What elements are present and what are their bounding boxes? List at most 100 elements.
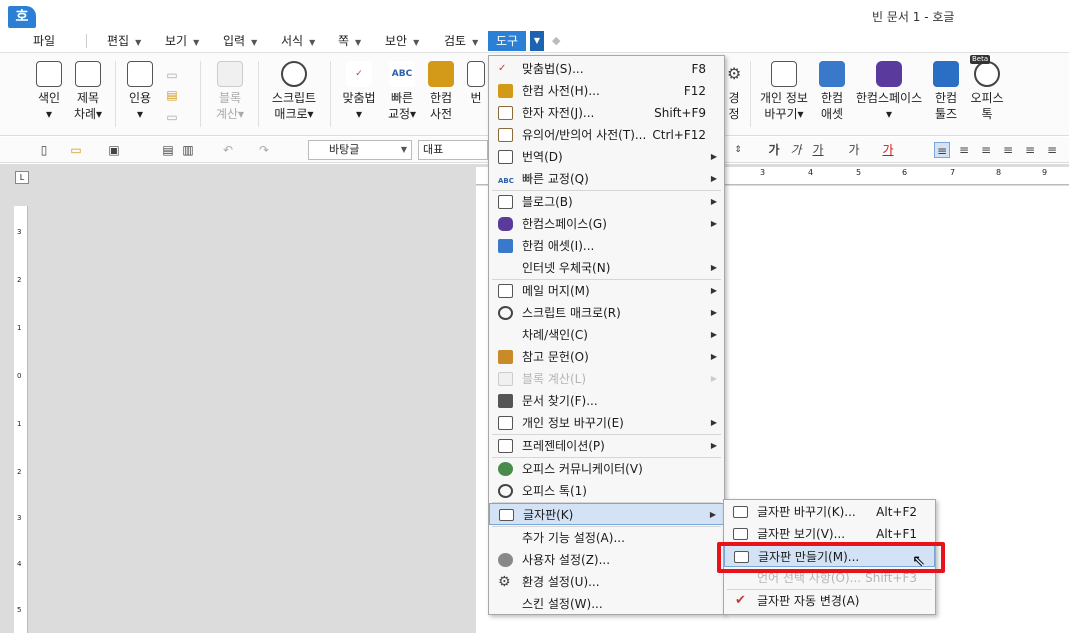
- style-select[interactable]: 바탕글 ▼: [308, 140, 412, 160]
- ribbon-label: 매크로▾: [274, 107, 314, 121]
- ribbon-script-macro-button[interactable]: 스크립트매크로▾: [270, 57, 318, 122]
- submenu-item-keyboard-switch[interactable]: 글자판 바꾸기(K)... Alt+F2: [724, 501, 935, 523]
- menu-item-script-macro[interactable]: 스크립트 매크로(R) ▶: [489, 302, 724, 324]
- ruler-tick: 9: [1042, 168, 1048, 177]
- spellcheck-icon: ✓: [498, 63, 507, 74]
- hancom-dictionary-icon: [498, 84, 513, 98]
- ruler-corner-icon[interactable]: L: [15, 171, 29, 184]
- menu-security[interactable]: 보안 ▼: [385, 31, 419, 51]
- menu-view[interactable]: 보기 ▼: [165, 31, 199, 51]
- menu-insert[interactable]: 입력 ▼: [223, 31, 257, 51]
- ribbon-privacy-button[interactable]: 개인 정보 바꾸기▾: [758, 57, 810, 122]
- menu-item-translate[interactable]: 번역(D) ▶: [489, 146, 724, 168]
- menu-item-privacy[interactable]: 개인 정보 바꾸기(E) ▶: [489, 412, 724, 434]
- menu-item-keyboard[interactable]: 글자판(K) ▶: [489, 503, 724, 525]
- font-select[interactable]: 대표: [418, 140, 488, 160]
- submenu-item-keyboard-auto-switch[interactable]: ✔ 글자판 자동 변경(A): [724, 590, 935, 612]
- ribbon-hancom-dictionary-button[interactable]: 한컴 사전: [426, 57, 456, 122]
- menu-page[interactable]: 쪽 ▼: [338, 31, 361, 51]
- ruler-tick: 3: [17, 228, 22, 236]
- menu-item-presentation[interactable]: 프레젠테이션(P) ▶: [489, 435, 724, 457]
- align-split-icon[interactable]: ≡: [1044, 142, 1060, 158]
- menu-item-spellcheck[interactable]: ✓ 맞춤법(S)... F8: [489, 58, 724, 80]
- save-icon[interactable]: ▣: [106, 142, 122, 158]
- ribbon-hancom-tools-button[interactable]: 한컴 툴즈: [930, 57, 962, 122]
- underline-button[interactable]: 가: [810, 142, 826, 158]
- menu-edit[interactable]: 편집 ▼: [107, 31, 141, 51]
- menu-item-mail-merge[interactable]: 메일 머지(M) ▶: [489, 280, 724, 302]
- ribbon-toggle-icon[interactable]: ◆: [552, 34, 568, 48]
- align-justify-icon[interactable]: ≡: [934, 142, 950, 158]
- menu-item-reference[interactable]: 참고 문헌(O) ▶: [489, 346, 724, 368]
- size-spin-icon[interactable]: ⇕: [730, 142, 746, 158]
- chevron-down-icon[interactable]: ▼: [530, 31, 544, 51]
- menu-item-blog[interactable]: 블로그(B) ▶: [489, 191, 724, 213]
- undo-icon[interactable]: ↶: [220, 142, 236, 158]
- ribbon-label: 맞춤법: [342, 91, 376, 105]
- strikethrough-button[interactable]: 가: [846, 142, 862, 158]
- menu-item-hancom-asset[interactable]: 한컴 애셋(I)...: [489, 235, 724, 257]
- chevron-down-icon: ▼: [193, 38, 200, 47]
- menu-review[interactable]: 검토 ▼: [444, 31, 478, 51]
- menu-item-office-communicator[interactable]: 오피스 커뮤니케이터(V): [489, 458, 724, 480]
- menu-tools[interactable]: 도구: [488, 31, 527, 51]
- small-link-icon[interactable]: ▭: [164, 109, 180, 125]
- ribbon-quote-button[interactable]: 인용 ▾: [124, 57, 156, 122]
- ribbon-office-talk-button[interactable]: Beta 오피스 톡: [968, 55, 1006, 122]
- align-distribute-icon[interactable]: ≡: [1022, 142, 1038, 158]
- preview-icon[interactable]: ▥: [180, 142, 196, 158]
- align-center-icon[interactable]: ≡: [978, 142, 994, 158]
- toc-icon: [75, 61, 101, 87]
- menu-item-preferences[interactable]: ⚙ 환경 설정(U)...: [489, 571, 724, 593]
- font-color-button[interactable]: 가: [880, 142, 896, 158]
- menu-item-block-calc[interactable]: 블록 계산(L) ▶: [489, 368, 724, 390]
- ribbon-index-button[interactable]: 색인 ▾: [34, 57, 64, 122]
- menu-item-label: 글자판(K): [523, 508, 574, 522]
- menu-item-shortcut: Shift+F9: [654, 106, 706, 120]
- chevron-down-icon: ▼: [135, 38, 142, 47]
- ribbon-toc-button[interactable]: 제목 차례▾: [72, 57, 104, 122]
- menu-item-hancom-space[interactable]: 한컴스페이스(G) ▶: [489, 213, 724, 235]
- new-document-icon[interactable]: ▯: [36, 142, 52, 158]
- align-right-icon[interactable]: ≡: [1000, 142, 1016, 158]
- menu-item-internet-post[interactable]: 인터넷 우체국(N) ▶: [489, 257, 724, 279]
- menu-item-toc-index[interactable]: 차례/색인(C) ▶: [489, 324, 724, 346]
- ribbon-label: ▾: [45, 107, 53, 121]
- menu-format[interactable]: 서식 ▼: [281, 31, 315, 51]
- menu-item-user-settings[interactable]: 사용자 설정(Z)...: [489, 549, 724, 571]
- style-select-value: 바탕글: [329, 143, 360, 156]
- tools-menu: ✓ 맞춤법(S)... F8 한컴 사전(H)... F12 한자 자전(J)... S…: [488, 55, 725, 615]
- chevron-right-icon: ▶: [710, 152, 717, 161]
- align-left-icon[interactable]: ≡: [956, 142, 972, 158]
- privacy-icon: [771, 61, 797, 87]
- menu-item-hancom-dictionary[interactable]: 한컴 사전(H)... F12: [489, 80, 724, 102]
- menu-item-thesaurus[interactable]: 유의어/반의어 사전(T)... Ctrl+F12: [489, 124, 724, 146]
- bold-button[interactable]: 가: [766, 142, 782, 158]
- ribbon-label: 스크립트: [271, 91, 317, 105]
- menu-file[interactable]: 파일: [33, 31, 55, 51]
- menu-item-quick-correct[interactable]: ABC 빠른 교정(Q) ▶: [489, 168, 724, 190]
- redo-icon[interactable]: ↷: [256, 142, 272, 158]
- ribbon-quick-correct-button[interactable]: ABC 빠른 교정▾: [386, 57, 418, 122]
- ribbon-translate-button[interactable]: 번: [466, 57, 486, 106]
- italic-button[interactable]: 가: [788, 142, 804, 158]
- menu-item-office-talk[interactable]: 오피스 톡(1): [489, 480, 724, 502]
- small-copy-icon[interactable]: ▭: [164, 67, 180, 83]
- vertical-ruler[interactable]: 3 2 1 0 1 2 3 4 5: [14, 206, 28, 633]
- small-note-icon[interactable]: ▤: [164, 87, 180, 103]
- ribbon-spellcheck-button[interactable]: ✓ 맞춤법 ▾: [340, 57, 378, 122]
- menu-item-hanja-dictionary[interactable]: 한자 자전(J)... Shift+F9: [489, 102, 724, 124]
- print-icon[interactable]: ▤: [160, 142, 176, 158]
- ribbon-settings-button[interactable]: ⚙ 경정: [726, 57, 742, 122]
- menu-edit-label: 편집: [107, 34, 130, 48]
- menu-item-addon-settings[interactable]: 추가 기능 설정(A)...: [489, 527, 724, 549]
- ribbon-hancom-asset-button[interactable]: 한컴 애셋: [816, 57, 848, 122]
- menu-item-skin-settings[interactable]: 스킨 설정(W)...: [489, 593, 724, 615]
- menu-item-find-document[interactable]: 문서 찾기(F)...: [489, 390, 724, 412]
- open-folder-icon[interactable]: ▭: [68, 142, 84, 158]
- ribbon-block-calc-button[interactable]: 블록 계산▾: [213, 57, 247, 122]
- chevron-right-icon: ▶: [710, 174, 717, 183]
- menu-item-label: 메일 머지(M): [522, 284, 590, 298]
- mail-icon: [498, 284, 513, 298]
- ribbon-hancom-space-button[interactable]: 한컴스페이스 ▾: [854, 57, 924, 122]
